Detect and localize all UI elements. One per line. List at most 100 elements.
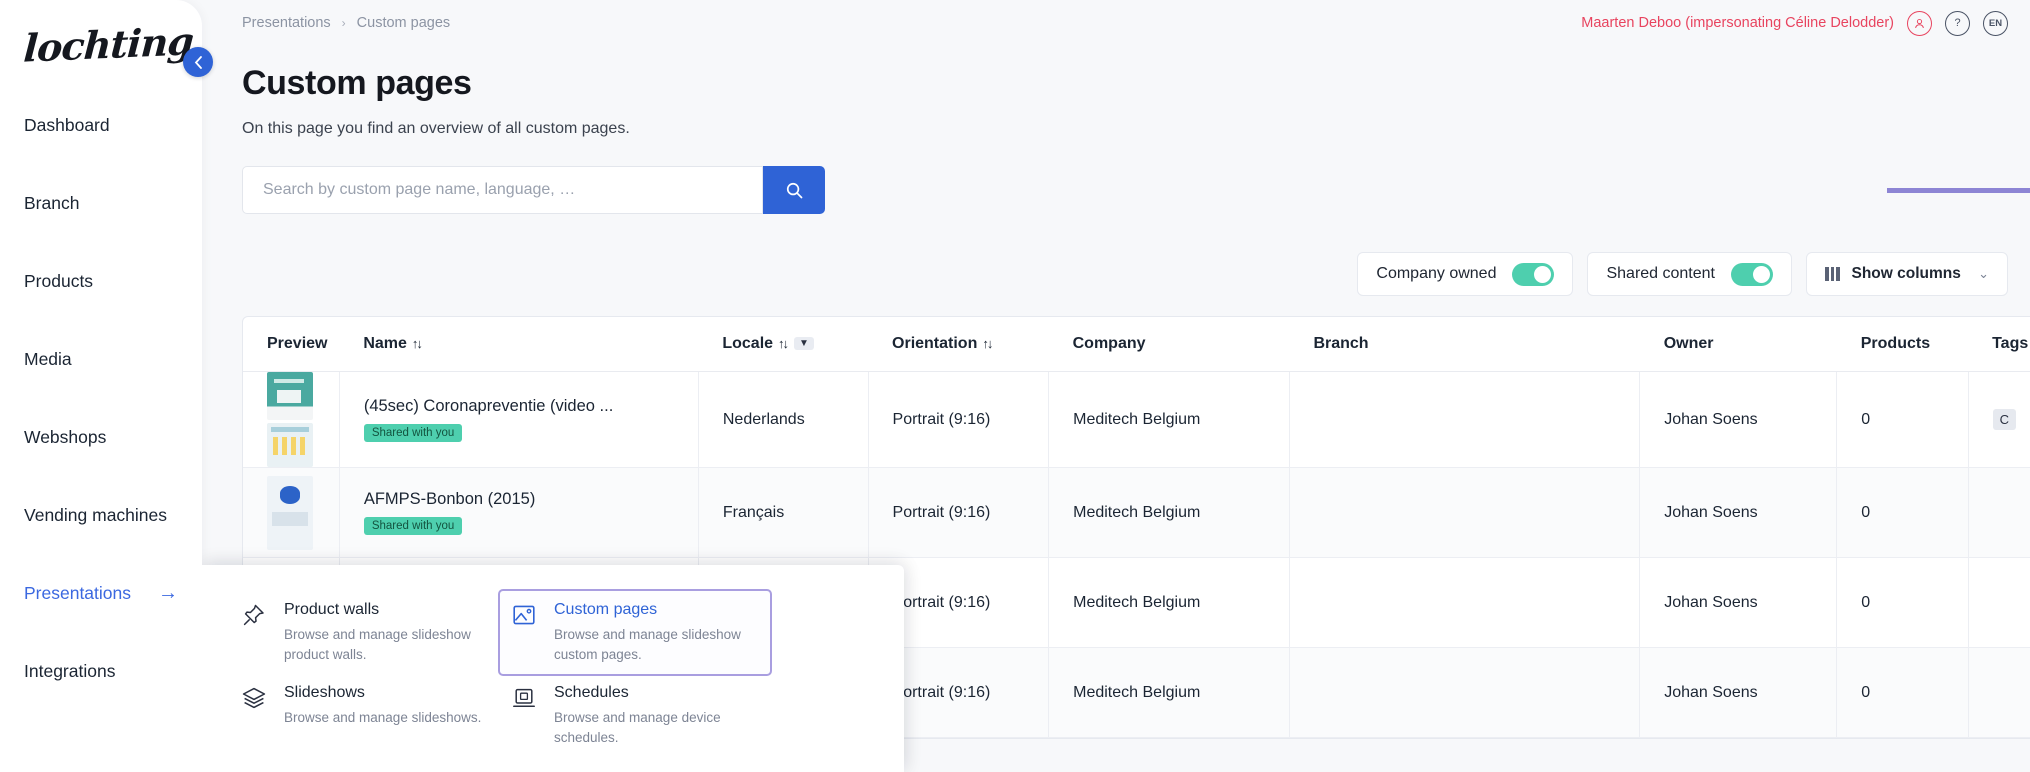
- column-header-products: Products: [1836, 317, 1969, 372]
- cell-company: Meditech Belgium: [1048, 647, 1290, 738]
- filter-icon[interactable]: ▼: [794, 337, 814, 351]
- flyout-item-title: Product walls: [284, 601, 380, 618]
- cell-locale: Français: [698, 467, 869, 558]
- cell-preview: [243, 371, 340, 468]
- app-root: lochting Dashboard Branch Products Media…: [0, 0, 2030, 772]
- cell-branch: [1289, 557, 1641, 648]
- sidebar-item-label: Integrations: [24, 660, 116, 681]
- search-field-wrapper[interactable]: [242, 166, 763, 214]
- sidebar-collapse-button[interactable]: [183, 47, 213, 77]
- sidebar-item-vending-machines[interactable]: Vending machines: [0, 476, 202, 554]
- cell-name: AFMPS-Bonbon (2015) Shared with you: [339, 467, 699, 558]
- column-label: Orientation: [892, 335, 978, 352]
- create-pointer-annotation: [1887, 183, 2030, 197]
- show-columns-dropdown[interactable]: Show columns ⌄: [1806, 252, 2008, 296]
- cell-preview: [243, 467, 340, 558]
- cell-orientation: Portrait (9:16): [868, 467, 1050, 558]
- column-header-owner: Owner: [1639, 317, 1837, 372]
- cell-branch: [1289, 467, 1641, 558]
- table-header: Preview Name ↑↓ Locale ↑↓ ▼ Orientation ↑↓: [243, 317, 2030, 372]
- search-icon: [786, 182, 802, 198]
- sidebar-item-label: Products: [24, 270, 94, 291]
- preview-thumbnails[interactable]: [267, 372, 313, 467]
- sidebar-item-label: Vending machines: [24, 504, 168, 525]
- flyout-item-custom-pages[interactable]: Custom pages Browse and manage slideshow…: [498, 589, 772, 677]
- sidebar: lochting Dashboard Branch Products Media…: [0, 0, 202, 772]
- breadcrumb-item-presentations[interactable]: Presentations: [242, 15, 331, 31]
- table-row[interactable]: AFMPS-Bonbon (2015) Shared with you Fran…: [243, 467, 2030, 558]
- column-header-company: Company: [1048, 317, 1290, 372]
- cell-company: Meditech Belgium: [1048, 371, 1290, 468]
- shared-badge: Shared with you: [363, 424, 463, 442]
- filter-row: Company owned Shared content Show column…: [242, 252, 2008, 296]
- user-circle-icon[interactable]: [1907, 10, 1932, 36]
- sidebar-item-dashboard[interactable]: Dashboard: [0, 86, 202, 164]
- layers-icon: [242, 684, 268, 747]
- flyout-item-product-walls[interactable]: Product walls Browse and manage slidesho…: [230, 591, 500, 674]
- topbar: Presentations › Custom pages Maarten Deb…: [202, 0, 2030, 46]
- sidebar-item-branch[interactable]: Branch: [0, 164, 202, 242]
- column-label: Owner: [1663, 335, 1714, 352]
- flyout-item-slideshows[interactable]: Slideshows Browse and manage slideshows.: [230, 674, 500, 757]
- search-input[interactable]: [263, 181, 742, 199]
- flyout-item-description: Browse and manage slideshow product wall…: [284, 627, 471, 662]
- column-header-locale[interactable]: Locale ↑↓ ▼: [698, 317, 869, 372]
- presentations-flyout-menu: Product walls Browse and manage slidesho…: [202, 565, 904, 772]
- company-owned-filter[interactable]: Company owned: [1357, 252, 1574, 296]
- sidebar-item-presentations[interactable]: Presentations →: [0, 554, 202, 632]
- cell-products: 0: [1836, 371, 1969, 468]
- column-header-branch: Branch: [1289, 317, 1640, 372]
- image-icon: [512, 601, 538, 664]
- arrow-right-icon: →: [158, 582, 178, 604]
- custom-page-name[interactable]: (45sec) Coronapreventie (video ...: [364, 397, 613, 416]
- cell-branch: [1289, 647, 1641, 738]
- sort-icon[interactable]: ↑↓: [982, 336, 993, 351]
- breadcrumb-separator: ›: [341, 16, 346, 30]
- flyout-item-description: Browse and manage device schedules.: [554, 710, 721, 745]
- cell-owner: Johan Soens: [1639, 371, 1838, 468]
- cell-tags: [1968, 647, 2030, 738]
- sidebar-item-media[interactable]: Media: [0, 320, 202, 398]
- page-subtitle: On this page you find an overview of all…: [242, 120, 630, 137]
- company-owned-toggle[interactable]: [1512, 262, 1555, 286]
- custom-page-name[interactable]: AFMPS-Bonbon (2015): [364, 490, 536, 509]
- schedule-icon: [512, 684, 538, 747]
- column-label: Company: [1072, 335, 1146, 352]
- sidebar-item-label: Webshops: [24, 426, 107, 447]
- sort-icon[interactable]: ↑↓: [412, 336, 423, 351]
- cell-owner: Johan Soens: [1639, 467, 1838, 558]
- preview-thumbnail-image: [267, 475, 313, 550]
- breadcrumb-item-custom-pages[interactable]: Custom pages: [357, 15, 451, 31]
- cell-company: Meditech Belgium: [1048, 467, 1290, 558]
- shared-content-filter[interactable]: Shared content: [1587, 252, 1792, 296]
- flyout-item-schedules[interactable]: Schedules Browse and manage device sched…: [500, 674, 770, 757]
- cell-company: Meditech Belgium: [1048, 557, 1290, 648]
- columns-icon: [1825, 267, 1840, 281]
- cell-tags: [1968, 557, 2030, 648]
- impersonation-user-label[interactable]: Maarten Deboo (impersonating Céline Delo…: [1581, 15, 1894, 31]
- sidebar-item-label: Media: [24, 348, 72, 369]
- help-icon[interactable]: ?: [1945, 10, 1970, 36]
- language-switcher[interactable]: EN: [1983, 10, 2008, 36]
- column-header-name[interactable]: Name ↑↓: [339, 317, 699, 372]
- table-row[interactable]: (45sec) Coronapreventie (video ... Share…: [243, 371, 2030, 468]
- chevron-left-icon: [194, 55, 202, 69]
- column-label: Products: [1860, 335, 1931, 352]
- chevron-down-icon: ⌄: [1978, 266, 1989, 281]
- show-columns-label: Show columns: [1851, 265, 1961, 282]
- column-header-orientation[interactable]: Orientation ↑↓: [868, 317, 1049, 372]
- preview-thumbnails[interactable]: [267, 475, 313, 550]
- cell-tags: [1968, 467, 2030, 558]
- cell-owner: Johan Soens: [1639, 647, 1838, 738]
- sidebar-item-integrations[interactable]: Integrations: [0, 632, 202, 710]
- shared-content-label: Shared content: [1606, 265, 1715, 282]
- brand-logo[interactable]: lochting: [0, 0, 202, 86]
- sort-icon[interactable]: ↑↓: [778, 336, 789, 351]
- search-submit-button[interactable]: [763, 166, 825, 214]
- column-label: Tags: [1992, 335, 2029, 352]
- shared-content-toggle[interactable]: [1731, 262, 1773, 286]
- cell-owner: Johan Soens: [1639, 557, 1838, 648]
- sidebar-item-webshops[interactable]: Webshops: [0, 398, 202, 476]
- sidebar-item-products[interactable]: Products: [0, 242, 202, 320]
- arrow-shaft: [1887, 187, 2030, 193]
